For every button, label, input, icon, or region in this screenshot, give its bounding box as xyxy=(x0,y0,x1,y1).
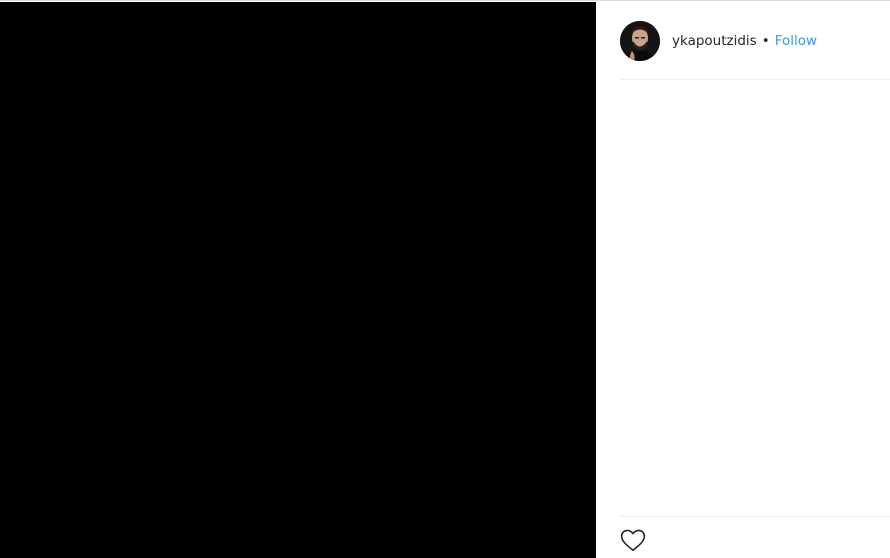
like-button[interactable] xyxy=(620,527,646,553)
author-username[interactable]: ykapoutzidis xyxy=(672,32,757,50)
post-media[interactable] xyxy=(0,2,596,558)
post-sidebar: ykapoutzidis • Follow xyxy=(596,2,890,558)
post-header: ykapoutzidis • Follow xyxy=(620,2,890,80)
avatar-image xyxy=(620,20,660,61)
post-dialog: ykapoutzidis • Follow xyxy=(0,0,890,558)
follow-button[interactable]: Follow xyxy=(775,32,817,50)
heart-outline-icon xyxy=(620,529,646,551)
author-avatar[interactable] xyxy=(620,20,660,61)
separator-dot: • xyxy=(761,32,770,49)
post-actions xyxy=(620,516,890,558)
author-meta: ykapoutzidis • Follow xyxy=(672,32,817,50)
